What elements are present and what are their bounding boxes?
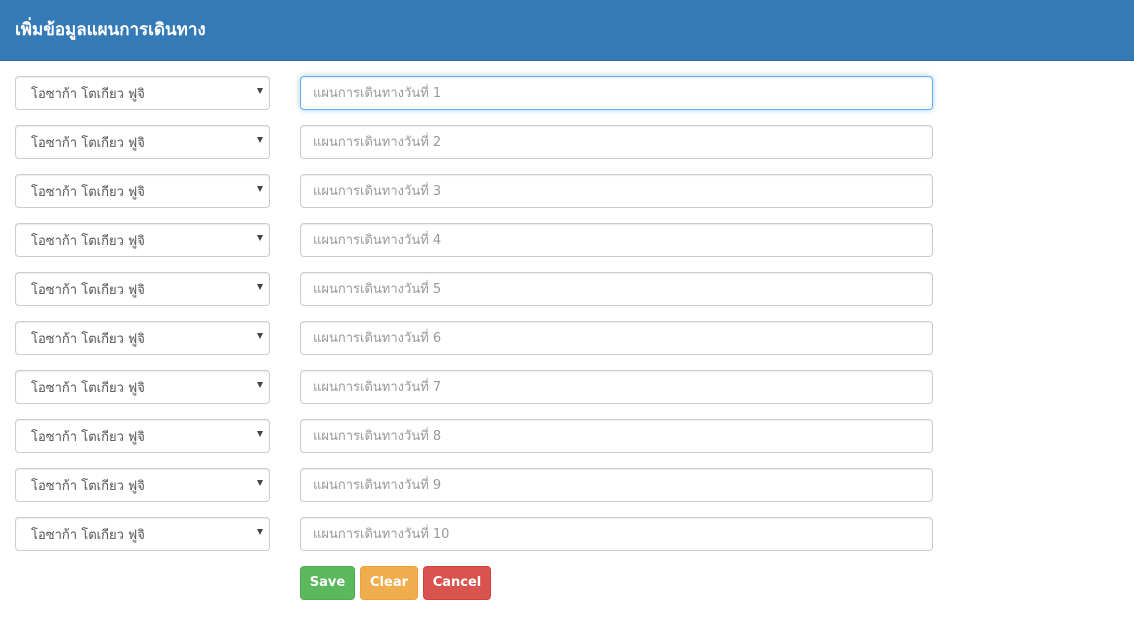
route-select-value: โอซาก้า โตเกียว ฟูจิ bbox=[31, 479, 145, 494]
day-plan-input[interactable] bbox=[300, 468, 933, 502]
route-select-value: โอซาก้า โตเกียว ฟูจิ bbox=[31, 381, 145, 396]
caret-down-icon bbox=[257, 186, 263, 192]
itinerary-row: โอซาก้า โตเกียว ฟูจิ bbox=[0, 370, 1134, 404]
itinerary-row: โอซาก้า โตเกียว ฟูจิ bbox=[0, 272, 1134, 306]
route-select-value: โอซาก้า โตเกียว ฟูจิ bbox=[31, 185, 145, 200]
caret-down-icon bbox=[257, 137, 263, 143]
route-select[interactable]: โอซาก้า โตเกียว ฟูจิ bbox=[15, 76, 270, 110]
caret-down-icon bbox=[257, 480, 263, 486]
route-select-value: โอซาก้า โตเกียว ฟูจิ bbox=[31, 430, 145, 445]
route-select[interactable]: โอซาก้า โตเกียว ฟูจิ bbox=[15, 272, 270, 306]
route-select-value: โอซาก้า โตเกียว ฟูจิ bbox=[31, 332, 145, 347]
route-select-value: โอซาก้า โตเกียว ฟูจิ bbox=[31, 87, 145, 102]
route-select-value: โอซาก้า โตเกียว ฟูจิ bbox=[31, 234, 145, 249]
day-plan-input[interactable] bbox=[300, 223, 933, 257]
route-select[interactable]: โอซาก้า โตเกียว ฟูจิ bbox=[15, 125, 270, 159]
itinerary-row: โอซาก้า โตเกียว ฟูจิ bbox=[0, 76, 1134, 110]
itinerary-row: โอซาก้า โตเกียว ฟูจิ bbox=[0, 223, 1134, 257]
itinerary-row: โอซาก้า โตเกียว ฟูจิ bbox=[0, 174, 1134, 208]
caret-down-icon bbox=[257, 382, 263, 388]
caret-down-icon bbox=[257, 284, 263, 290]
day-plan-input[interactable] bbox=[300, 517, 933, 551]
itinerary-row: โอซาก้า โตเกียว ฟูจิ bbox=[0, 517, 1134, 551]
route-select[interactable]: โอซาก้า โตเกียว ฟูจิ bbox=[15, 321, 270, 355]
day-plan-input[interactable] bbox=[300, 174, 933, 208]
page-title: เพิ่มข้อมูลแผนการเดินทาง bbox=[15, 20, 206, 40]
day-plan-input[interactable] bbox=[300, 272, 933, 306]
route-select[interactable]: โอซาก้า โตเกียว ฟูจิ bbox=[15, 174, 270, 208]
itinerary-row: โอซาก้า โตเกียว ฟูจิ bbox=[0, 125, 1134, 159]
day-plan-input[interactable] bbox=[300, 370, 933, 404]
caret-down-icon bbox=[257, 235, 263, 241]
itinerary-row: โอซาก้า โตเกียว ฟูจิ bbox=[0, 468, 1134, 502]
route-select-value: โอซาก้า โตเกียว ฟูจิ bbox=[31, 283, 145, 298]
itinerary-row: โอซาก้า โตเกียว ฟูจิ bbox=[0, 419, 1134, 453]
route-select-value: โอซาก้า โตเกียว ฟูจิ bbox=[31, 136, 145, 151]
itinerary-row: โอซาก้า โตเกียว ฟูจิ bbox=[0, 321, 1134, 355]
cancel-button[interactable]: Cancel bbox=[423, 566, 491, 600]
route-select[interactable]: โอซาก้า โตเกียว ฟูจิ bbox=[15, 517, 270, 551]
caret-down-icon bbox=[257, 431, 263, 437]
route-select[interactable]: โอซาก้า โตเกียว ฟูจิ bbox=[15, 468, 270, 502]
day-plan-input[interactable] bbox=[300, 76, 933, 110]
clear-button[interactable]: Clear bbox=[360, 566, 418, 600]
day-plan-input[interactable] bbox=[300, 321, 933, 355]
caret-down-icon bbox=[257, 529, 263, 535]
day-plan-input[interactable] bbox=[300, 125, 933, 159]
day-plan-input[interactable] bbox=[300, 419, 933, 453]
route-select[interactable]: โอซาก้า โตเกียว ฟูจิ bbox=[15, 419, 270, 453]
save-button[interactable]: Save bbox=[300, 566, 355, 600]
caret-down-icon bbox=[257, 333, 263, 339]
caret-down-icon bbox=[257, 88, 263, 94]
route-select[interactable]: โอซาก้า โตเกียว ฟูจิ bbox=[15, 370, 270, 404]
page-header: เพิ่มข้อมูลแผนการเดินทาง bbox=[0, 0, 1134, 61]
route-select[interactable]: โอซาก้า โตเกียว ฟูจิ bbox=[15, 223, 270, 257]
route-select-value: โอซาก้า โตเกียว ฟูจิ bbox=[31, 528, 145, 543]
